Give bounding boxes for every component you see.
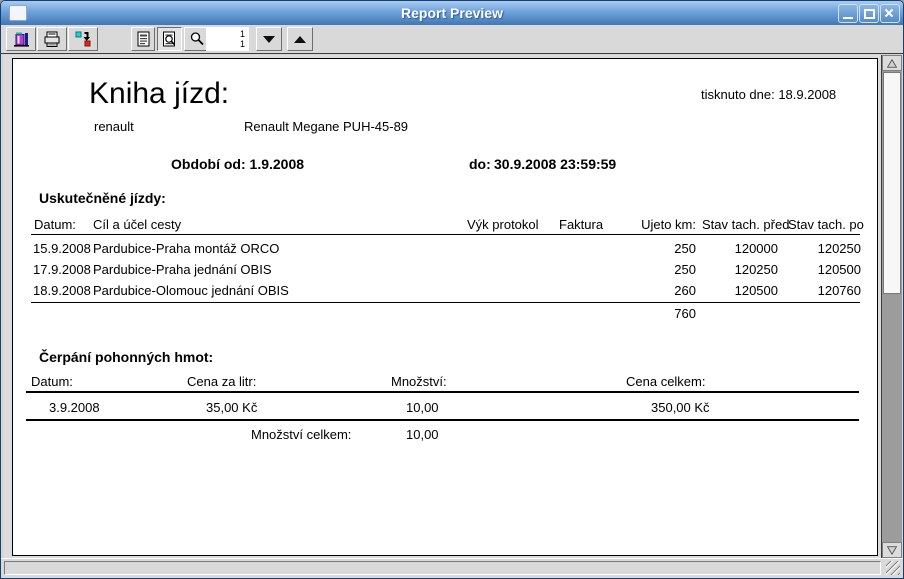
toolbar: 1 1 xyxy=(1,25,903,54)
period-to: 30.9.2008 23:59:59 xyxy=(494,156,616,172)
trip-odo-after: 120500 xyxy=(791,262,861,277)
maximize-button[interactable] xyxy=(859,4,879,23)
fuel-col-amount: Množství: xyxy=(391,374,447,389)
export-icon xyxy=(75,31,91,47)
fuel-col-price: Cena za litr: xyxy=(187,374,256,389)
trips-heading: Uskutečněné jízdy: xyxy=(39,190,166,206)
period-from: Období od: 1.9.2008 xyxy=(171,156,304,172)
scroll-up-button[interactable] xyxy=(882,55,902,71)
trip-km: 250 xyxy=(626,262,696,277)
scrollbar-thumb[interactable] xyxy=(883,72,901,294)
exit-icon xyxy=(13,31,30,48)
minimize-button[interactable] xyxy=(838,4,858,23)
status-bar xyxy=(1,558,903,578)
trips-total-km: 760 xyxy=(626,306,696,321)
whole-page-button[interactable] xyxy=(131,27,155,51)
report-title: Kniha jízd: xyxy=(89,77,229,111)
trips-col-invoice: Faktura xyxy=(559,217,603,232)
printed-date: tisknuto dne: 18.9.2008 xyxy=(701,87,836,102)
fuel-col-date: Datum: xyxy=(31,374,73,389)
trip-date: 18.9.2008 xyxy=(33,283,91,298)
magnifier-icon xyxy=(189,31,205,47)
trips-header-rule xyxy=(31,234,860,235)
trip-odo-before: 120250 xyxy=(708,262,778,277)
trip-date: 17.9.2008 xyxy=(33,262,91,277)
vehicle-name: Renault Megane PUH-45-89 xyxy=(244,119,408,134)
page-total: 1 xyxy=(240,39,245,49)
trips-col-dest: Cíl a účel cesty xyxy=(93,217,181,232)
fuel-amount: 10,00 xyxy=(406,400,439,415)
trip-dest: Pardubice-Praha montáž ORCO xyxy=(93,241,279,256)
report-preview-window: Report Preview xyxy=(0,0,904,579)
resize-grip[interactable] xyxy=(886,561,900,575)
scroll-up-icon xyxy=(886,58,898,69)
report-page: Kniha jízd: tisknuto dne: 18.9.2008 rena… xyxy=(12,58,878,556)
fuel-header-rule xyxy=(26,391,859,393)
period-to-label: do: xyxy=(469,156,491,172)
trip-dest: Pardubice-Praha jednání OBIS xyxy=(93,262,272,277)
trips-col-date: Datum: xyxy=(34,217,76,232)
page-indicator[interactable]: 1 1 xyxy=(206,27,249,51)
trip-date: 15.9.2008 xyxy=(33,241,91,256)
scroll-down-icon xyxy=(886,545,898,556)
window-title: Report Preview xyxy=(1,5,903,21)
fuel-total: 350,00 Kč xyxy=(651,400,710,415)
trip-km: 250 xyxy=(626,241,696,256)
page-current: 1 xyxy=(240,29,245,39)
export-button[interactable] xyxy=(68,27,98,51)
exit-preview-button[interactable] xyxy=(6,27,36,51)
print-button[interactable] xyxy=(37,27,67,51)
fuel-heading: Čerpání pohonných hmot: xyxy=(39,349,213,365)
page-up-icon xyxy=(294,36,306,43)
trip-odo-before: 120000 xyxy=(708,241,778,256)
fuel-price: 35,00 Kč xyxy=(206,400,257,415)
page-width-zoom-button[interactable] xyxy=(157,27,182,51)
maximize-icon xyxy=(864,9,875,19)
fuel-date: 3.9.2008 xyxy=(49,400,100,415)
trips-col-km: Ujeto km: xyxy=(626,217,696,232)
status-field xyxy=(4,561,881,575)
trip-dest: Pardubice-Olomouc jednání OBIS xyxy=(93,283,289,298)
minimize-icon xyxy=(843,17,853,19)
prev-page-button[interactable] xyxy=(287,27,313,51)
trips-footer-rule xyxy=(31,302,860,303)
close-button[interactable] xyxy=(880,4,900,23)
zoom-page-icon xyxy=(162,31,177,47)
print-icon xyxy=(43,31,61,48)
trips-col-protocol: Výk protokol xyxy=(467,217,539,232)
whole-page-icon xyxy=(137,31,150,47)
trips-col-odo-after: Stav tach. po xyxy=(788,217,864,232)
trip-odo-before: 120500 xyxy=(708,283,778,298)
fuel-footer-rule xyxy=(26,419,859,421)
trip-odo-after: 120760 xyxy=(791,283,861,298)
preview-area: Kniha jízd: tisknuto dne: 18.9.2008 rena… xyxy=(4,55,881,558)
vertical-scrollbar[interactable] xyxy=(881,55,902,558)
trips-col-odo-before: Stav tach. před xyxy=(702,217,789,232)
fuel-col-total: Cena celkem: xyxy=(626,374,705,389)
page-down-icon xyxy=(263,36,275,43)
next-page-button[interactable] xyxy=(256,27,282,51)
trip-km: 260 xyxy=(626,283,696,298)
titlebar[interactable]: Report Preview xyxy=(1,1,903,25)
vehicle-code: renault xyxy=(94,119,134,134)
scroll-down-button[interactable] xyxy=(882,542,902,558)
fuel-total-label: Množství celkem: xyxy=(251,427,351,442)
fuel-total-amount: 10,00 xyxy=(406,427,439,442)
trip-odo-after: 120250 xyxy=(791,241,861,256)
